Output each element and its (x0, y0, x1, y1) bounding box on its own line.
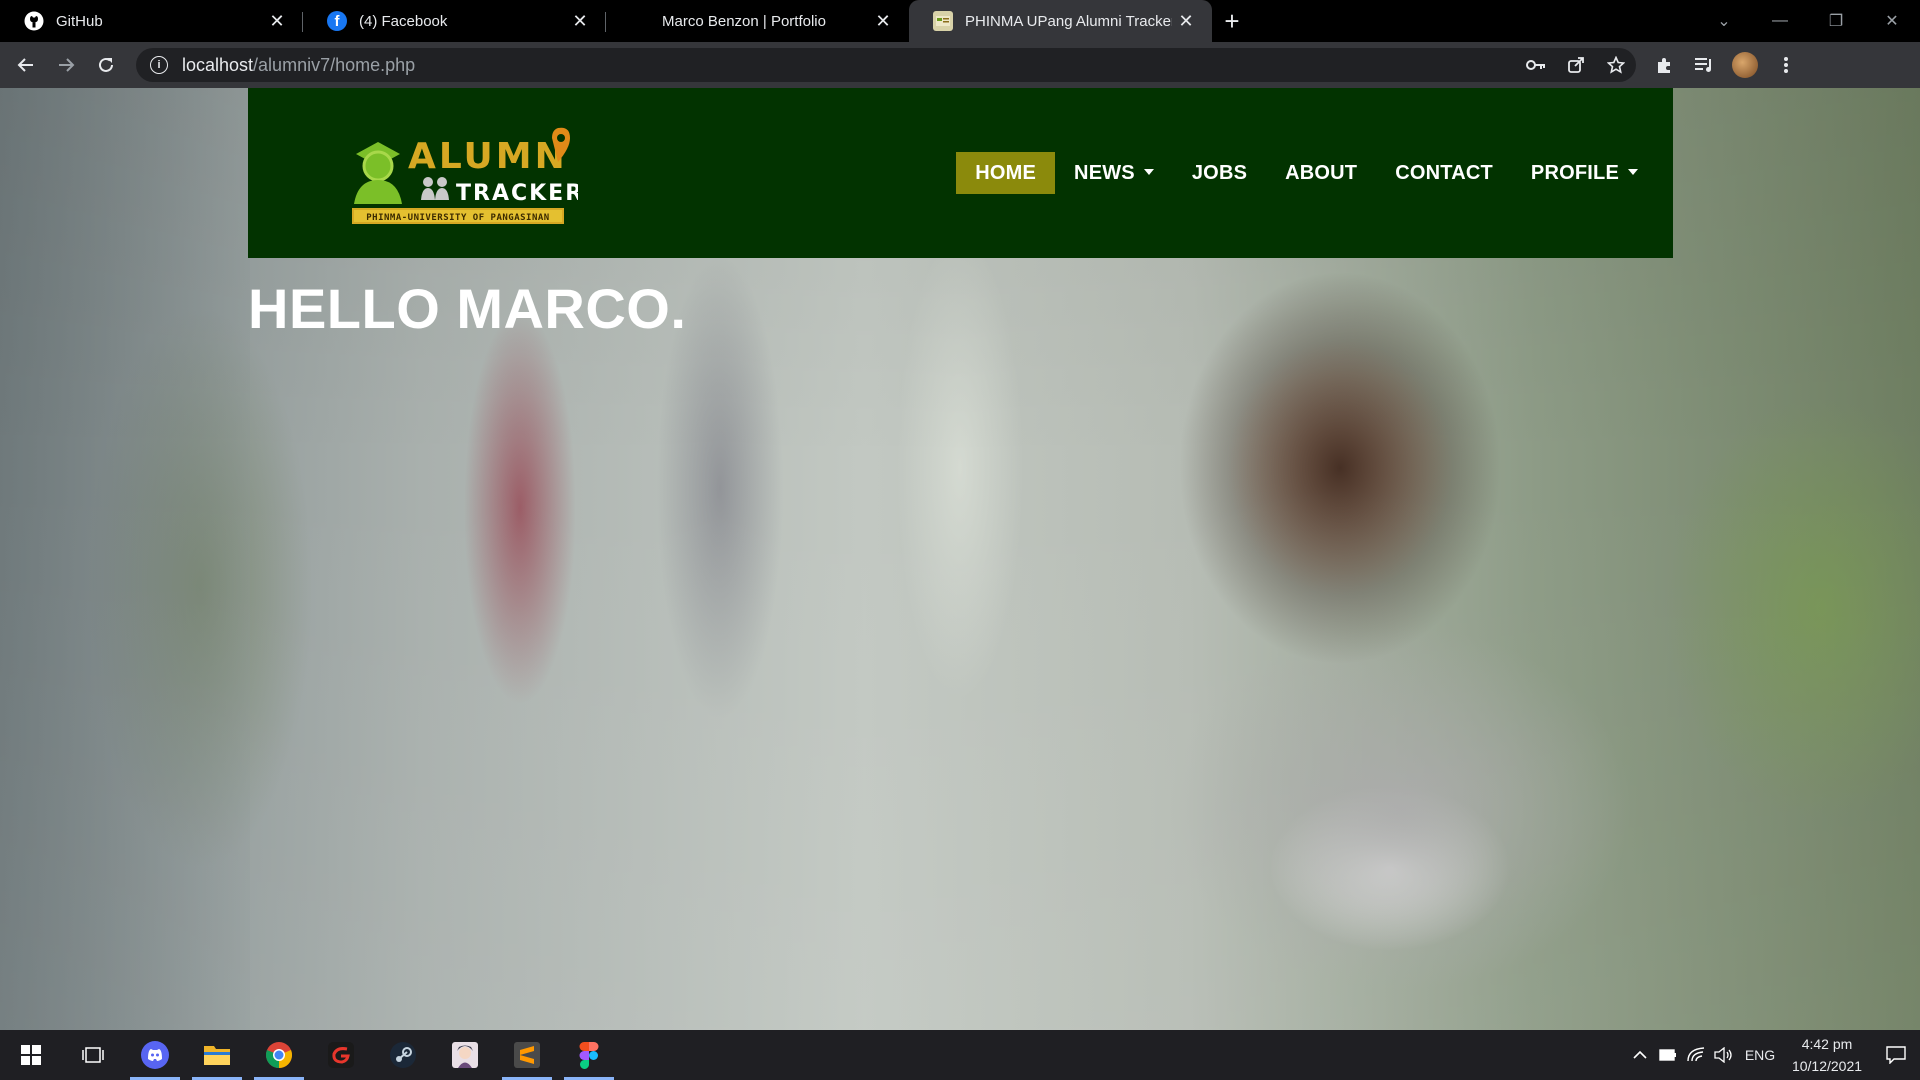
close-tab-icon[interactable]: ✕ (263, 7, 291, 35)
restore-button[interactable]: ❐ (1808, 0, 1864, 42)
caret-down-icon (1628, 169, 1638, 175)
close-tab-icon[interactable]: ✕ (566, 7, 594, 35)
windows-taskbar: ENG 4:42 pm 10/12/2021 (0, 1030, 1920, 1080)
file-explorer-icon[interactable] (186, 1030, 248, 1080)
forward-button[interactable] (46, 45, 86, 85)
password-key-icon[interactable] (1516, 45, 1556, 85)
page-hero: ALUMN TRACKER PHINMA-UNIVERSITY OF PANGA… (0, 88, 1920, 1030)
reload-button[interactable] (86, 45, 126, 85)
blank-page-icon (630, 11, 650, 31)
notification-center-icon[interactable] (1872, 1030, 1920, 1080)
tab-title: GitHub (56, 12, 103, 30)
nav-jobs[interactable]: JOBS (1173, 152, 1266, 194)
nav-label: PROFILE (1530, 161, 1619, 184)
nav-label: CONTACT (1395, 161, 1493, 184)
svg-text:TRACKER: TRACKER (456, 181, 578, 206)
chrome-icon[interactable] (248, 1030, 310, 1080)
volume-icon[interactable] (1710, 1030, 1738, 1080)
main-nav: HOME NEWS JOBS ABOUT CONTACT PROFILE (956, 152, 1657, 194)
site-info-icon[interactable]: i (150, 56, 168, 74)
close-tab-icon[interactable]: ✕ (869, 7, 897, 35)
nav-profile[interactable]: PROFILE (1512, 152, 1657, 194)
tab-title: Marco Benzon | Portfolio (662, 12, 826, 30)
tab-title: PHINMA UPang Alumni Tracker (965, 12, 1172, 30)
browser-toolbar: i localhost/alumniv7/home.php (0, 42, 1920, 88)
tab-title: (4) Facebook (359, 12, 448, 30)
chrome-menu-icon[interactable] (1766, 45, 1806, 85)
clock-time: 4:42 pm (1801, 1036, 1853, 1052)
sublime-text-icon[interactable] (496, 1030, 558, 1080)
clock-date: 10/12/2021 (1791, 1058, 1863, 1074)
nav-label: ABOUT (1285, 161, 1358, 184)
github-icon (24, 11, 44, 31)
profile-avatar[interactable] (1732, 52, 1758, 78)
tab-alumni-tracker[interactable]: PHINMA UPang Alumni Tracker ✕ (909, 0, 1212, 42)
close-window-button[interactable]: ✕ (1864, 0, 1920, 42)
battery-icon[interactable] (1654, 1030, 1682, 1080)
url-host: localhost (182, 54, 254, 75)
new-tab-button[interactable]: + (1212, 0, 1252, 42)
windows-start-icon[interactable] (0, 1030, 62, 1080)
address-bar[interactable]: i localhost/alumniv7/home.php (136, 48, 1636, 82)
discord-icon[interactable] (124, 1030, 186, 1080)
facebook-icon: f (327, 11, 347, 31)
language-indicator[interactable]: ENG (1738, 1030, 1782, 1080)
caret-down-icon (1143, 169, 1154, 175)
wifi-icon[interactable] (1682, 1030, 1710, 1080)
minimize-button[interactable]: — (1752, 0, 1808, 42)
nav-contact[interactable]: CONTACT (1376, 152, 1512, 194)
greeting-heading: HELLO MARCO. (248, 277, 687, 340)
site-navbar: ALUMN TRACKER PHINMA-UNIVERSITY OF PANGA… (248, 88, 1673, 258)
url-path: /alumniv7/home.php (253, 54, 416, 75)
svg-text:ALUMN: ALUMN (408, 136, 568, 177)
task-view-icon[interactable] (62, 1030, 124, 1080)
nav-label: JOBS (1191, 161, 1248, 184)
tab-github[interactable]: GitHub ✕ (0, 0, 303, 42)
reading-list-icon[interactable] (1684, 45, 1724, 85)
svg-text:PHINMA-UNIVERSITY OF PANGASINA: PHINMA-UNIVERSITY OF PANGASINAN (366, 213, 549, 223)
share-icon[interactable] (1556, 45, 1596, 85)
garena-icon[interactable] (310, 1030, 372, 1080)
nav-home[interactable]: HOME (956, 152, 1056, 194)
back-button[interactable] (6, 45, 46, 85)
alumni-tracker-icon (933, 11, 953, 31)
system-tray: ENG 4:42 pm 10/12/2021 (1626, 1030, 1920, 1080)
tab-search-icon[interactable]: ⌄ (1696, 0, 1752, 42)
tab-facebook[interactable]: f (4) Facebook ✕ (303, 0, 606, 42)
tab-portfolio[interactable]: Marco Benzon | Portfolio ✕ (606, 0, 909, 42)
nav-news[interactable]: NEWS (1055, 152, 1173, 194)
clock[interactable]: 4:42 pm 10/12/2021 (1782, 1033, 1872, 1077)
alumni-tracker-logo[interactable]: ALUMN TRACKER PHINMA-UNIVERSITY OF PANGA… (348, 116, 582, 226)
nav-label: NEWS (1074, 161, 1135, 184)
anime-app-icon[interactable] (434, 1030, 496, 1080)
steam-icon[interactable] (372, 1030, 434, 1080)
close-tab-icon[interactable]: ✕ (1172, 7, 1200, 35)
figma-icon[interactable] (558, 1030, 620, 1080)
show-hidden-icons-chevron[interactable] (1626, 1030, 1654, 1080)
nav-label: HOME (975, 161, 1037, 184)
nav-about[interactable]: ABOUT (1266, 152, 1376, 194)
extensions-icon[interactable] (1644, 45, 1684, 85)
bookmark-star-icon[interactable] (1596, 45, 1636, 85)
browser-tab-strip: GitHub ✕ f (4) Facebook ✕ Marco Benzon |… (0, 0, 1920, 42)
